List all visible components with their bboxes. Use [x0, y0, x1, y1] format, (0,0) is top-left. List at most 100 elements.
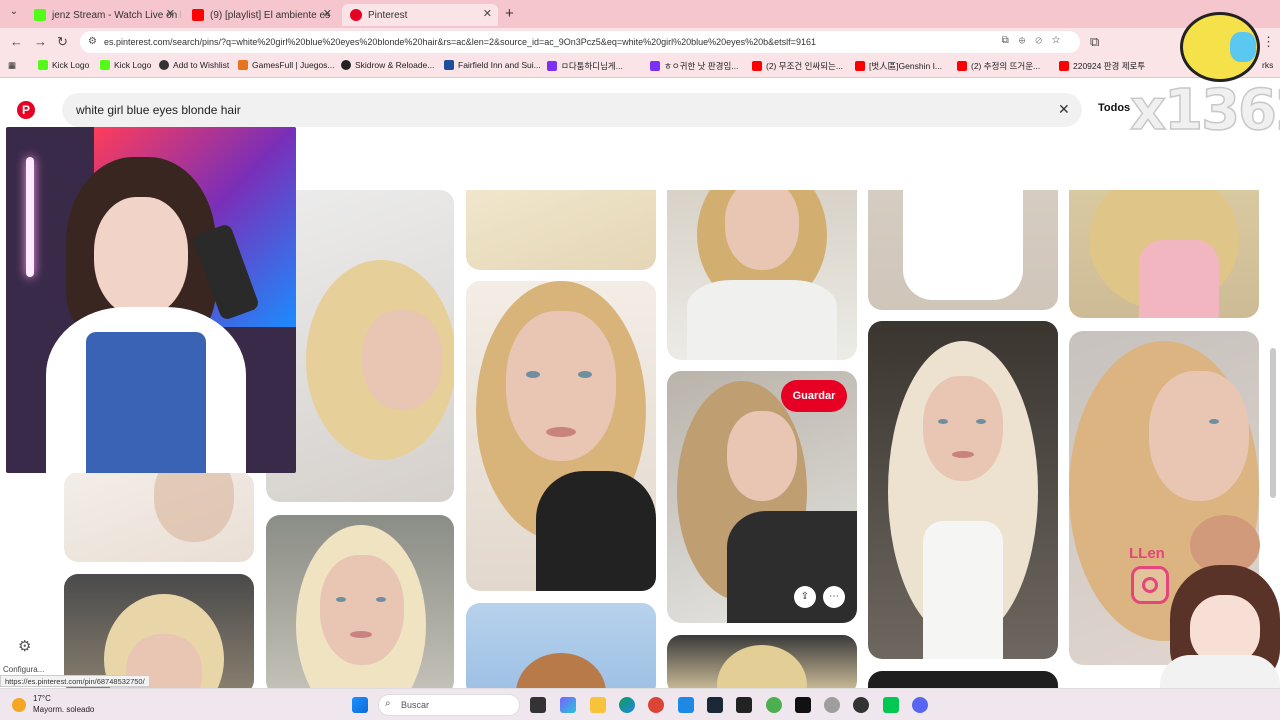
pinterest-logo-icon[interactable]: P: [17, 101, 35, 119]
back-arrow-icon[interactable]: ←: [10, 34, 23, 49]
discord-icon[interactable]: [912, 697, 928, 713]
bookmark-item[interactable]: Add to Wishlist: [159, 60, 229, 70]
url-field[interactable]: ⚙ es.pinterest.com/search/pins/?q=white%…: [80, 31, 1080, 53]
search-icon: ⌕: [385, 698, 391, 709]
pin-image[interactable]: [868, 321, 1058, 659]
close-icon[interactable]: ✕: [166, 7, 175, 20]
all-bookmarks[interactable]: rks: [1262, 60, 1273, 70]
share-icon[interactable]: ⇪: [794, 586, 816, 608]
pin-image[interactable]: [466, 190, 656, 270]
steam-icon[interactable]: [707, 697, 723, 713]
more-options-icon[interactable]: ⋯: [823, 586, 845, 608]
bookmark-item[interactable]: Kick Logo: [100, 60, 151, 70]
edge-browser-icon[interactable]: [619, 697, 635, 713]
chrome-active-icon[interactable]: [766, 697, 782, 713]
pin-photo-shape: [536, 471, 656, 591]
omnibox-action-icons[interactable]: ⧉⊕⊘☆: [1002, 35, 1070, 46]
gamesfull-icon: [238, 60, 248, 70]
windows-start-icon[interactable]: [352, 697, 368, 713]
close-icon[interactable]: ✕: [483, 7, 492, 20]
extensions-puzzle-icon[interactable]: ⧉: [1090, 34, 1099, 50]
pin-photo-shape: [952, 451, 974, 458]
browser-menu-icon[interactable]: ⋮: [1262, 34, 1275, 50]
bookmark-label: Kick Logo: [52, 60, 90, 70]
taskbar-search-placeholder: Buscar: [401, 700, 430, 710]
pin-image[interactable]: [667, 190, 857, 360]
webcam-overalls-shape: [86, 332, 206, 473]
close-icon[interactable]: ✕: [323, 7, 332, 20]
app-icon[interactable]: [736, 697, 752, 713]
pin-photo-shape: [336, 597, 346, 602]
bookmark-item[interactable]: Skidrow & Reloade...: [341, 60, 434, 70]
pin-image[interactable]: [64, 472, 254, 562]
search-input[interactable]: white girl blue eyes blonde hair: [62, 93, 1082, 127]
settings-app-icon[interactable]: [824, 697, 840, 713]
bookmark-item[interactable]: (2) 무조건 인싸되는...: [752, 60, 843, 72]
weather-sun-icon[interactable]: [12, 698, 26, 712]
tab-search-chevron-icon[interactable]: ⌄: [6, 6, 22, 22]
apps-grid-icon[interactable]: ▦: [8, 60, 16, 71]
tab-pinterest[interactable]: Pinterest ✕: [342, 4, 498, 26]
tab-kick-stream[interactable]: jenz Stream - Watch Live on Ki ✕: [26, 4, 181, 26]
task-view-icon[interactable]: [530, 697, 546, 713]
taskbar-search-input[interactable]: ⌕ Buscar: [378, 694, 520, 716]
bookmark-item[interactable]: Fairfield Inn and Sui...: [444, 60, 541, 70]
pin-image[interactable]: [266, 515, 454, 688]
copilot-icon[interactable]: [560, 697, 576, 713]
pin-photo-shape: [376, 597, 386, 602]
weather-temperature: 17°C: [33, 694, 51, 703]
bookmark-item[interactable]: [벗人區]Genshin I...: [855, 60, 942, 72]
pin-photo-shape: [923, 521, 1003, 659]
pin-image[interactable]: [64, 574, 254, 688]
pin-photo-shape: [1149, 371, 1249, 501]
pin-photo-shape: [154, 472, 234, 542]
bookmark-label: Skidrow & Reloade...: [355, 60, 435, 70]
filter-dropdown[interactable]: Todos: [1098, 102, 1130, 114]
forward-arrow-icon[interactable]: →: [34, 34, 47, 49]
pin-image[interactable]: [466, 603, 656, 688]
streamer-webcam-overlay: [6, 127, 296, 473]
bookmark-item[interactable]: ㅎㅇ귀한 낫 판경임...: [650, 60, 738, 72]
reload-icon[interactable]: ↻: [57, 34, 68, 50]
twitch-icon: [547, 61, 557, 71]
bookmark-label: [벗人區]Genshin I...: [869, 61, 943, 71]
site-info-icon[interactable]: ⚙: [88, 36, 97, 47]
pin-photo-shape: [546, 427, 576, 437]
epic-games-icon[interactable]: [795, 697, 811, 713]
search-query-text: white girl blue eyes blonde hair: [76, 103, 241, 117]
bookmark-label: ㅁ다툼하디님게...: [561, 61, 623, 71]
pin-image[interactable]: [667, 635, 857, 688]
pin-photo-shape: [320, 555, 404, 665]
pin-photo-shape: [727, 411, 797, 501]
app-icon[interactable]: [883, 697, 899, 713]
file-explorer-icon[interactable]: [590, 697, 606, 713]
obs-icon[interactable]: [853, 697, 869, 713]
chrome-icon[interactable]: [648, 697, 664, 713]
bookmark-item[interactable]: (2) 추정의 뜨거운...: [957, 60, 1040, 72]
new-tab-plus-icon[interactable]: +: [505, 5, 514, 22]
clear-search-icon[interactable]: ✕: [1058, 101, 1070, 118]
weather-description: Mayorm. soleado: [33, 705, 95, 714]
bookmark-item[interactable]: ㅁ다툼하디님게...: [547, 60, 623, 72]
browser-tab-strip: ⌄ jenz Stream - Watch Live on Ki ✕ (9) […: [0, 0, 1280, 28]
pin-image[interactable]: [868, 671, 1058, 688]
windows-taskbar: 17°C Mayorm. soleado ⌕ Buscar: [0, 688, 1280, 720]
tab-youtube-playlist[interactable]: (9) [playlist] El ambiente es ✕: [184, 4, 338, 26]
pin-image[interactable]: [1069, 190, 1259, 318]
pin-photo-shape: [976, 419, 986, 424]
microsoft-store-icon[interactable]: [678, 697, 694, 713]
pin-image[interactable]: [868, 190, 1058, 310]
bookmark-item[interactable]: Kick Logo: [38, 60, 89, 70]
pinterest-favicon-icon: [350, 9, 362, 21]
pin-image[interactable]: [466, 281, 656, 591]
address-toolbar: ← → ↻ ⚙ es.pinterest.com/search/pins/?q=…: [0, 28, 1280, 56]
pin-photo-shape: [506, 311, 616, 461]
settings-label: Configura...: [3, 665, 45, 674]
settings-gear-icon[interactable]: ⚙: [18, 637, 31, 655]
page-scrollbar[interactable]: [1270, 348, 1276, 498]
youtube-icon: [855, 61, 865, 71]
bookmark-item[interactable]: GamesFull | Juegos...: [238, 60, 335, 70]
save-pin-button[interactable]: Guardar: [781, 380, 847, 412]
tab-title: (9) [playlist] El ambiente es: [210, 9, 331, 21]
bookmark-item[interactable]: 220924 판경 제로투: [1059, 60, 1145, 72]
